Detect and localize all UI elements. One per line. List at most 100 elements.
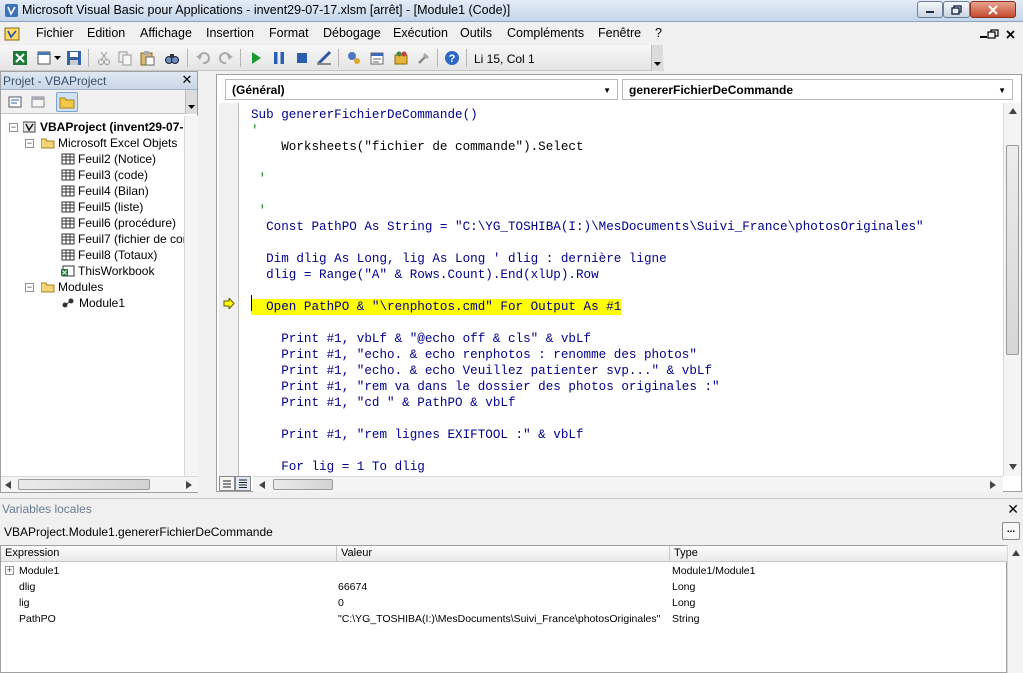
code-line[interactable]: Print #1, "cd " & PathPO & vbLf bbox=[251, 395, 515, 411]
close-button[interactable] bbox=[970, 1, 1016, 18]
code-line[interactable]: ' bbox=[251, 203, 267, 219]
tree-node-module1[interactable]: Module1 bbox=[61, 295, 126, 311]
copy-icon[interactable] bbox=[117, 50, 133, 66]
tree-node-sheet[interactable]: Feuil3 (code) bbox=[61, 167, 148, 183]
code-line[interactable]: Print #1, "echo. & echo Veuillez patient… bbox=[251, 363, 712, 379]
menu-complements[interactable]: Compléments bbox=[507, 26, 584, 40]
project-explorer-icon[interactable] bbox=[346, 50, 362, 66]
collapse-toggle[interactable]: − bbox=[25, 283, 34, 292]
menu-debogage[interactable]: Débogage bbox=[323, 26, 381, 40]
menu-outils[interactable]: Outils bbox=[460, 26, 492, 40]
tree-node-vbaproject[interactable]: VBAProject (invent29-07-1 bbox=[23, 119, 184, 135]
code-line[interactable]: Print #1, "echo. & echo renphotos : reno… bbox=[251, 347, 697, 363]
close-icon[interactable]: ✕ bbox=[180, 73, 194, 87]
scroll-right-icon[interactable] bbox=[990, 481, 996, 489]
find-icon[interactable] bbox=[164, 50, 180, 66]
scroll-left-icon[interactable] bbox=[5, 481, 11, 489]
code-vertical-scrollbar[interactable] bbox=[1003, 103, 1021, 476]
view-code-icon[interactable] bbox=[7, 94, 23, 110]
tree-node-sheet[interactable]: Feuil6 (procédure) bbox=[61, 215, 176, 231]
scroll-up-icon[interactable] bbox=[1009, 108, 1017, 114]
menu-format[interactable]: Format bbox=[269, 26, 309, 40]
locals-cell-expression[interactable]: lig bbox=[19, 595, 30, 611]
project-toolbar-overflow[interactable] bbox=[185, 90, 197, 114]
column-header-expression[interactable]: Expression bbox=[1, 546, 337, 562]
insert-module-icon[interactable] bbox=[36, 50, 52, 66]
design-mode-icon[interactable] bbox=[316, 50, 332, 66]
object-combobox[interactable]: (Général) ▼ bbox=[225, 79, 618, 100]
tree-node-sheet[interactable]: Feuil2 (Notice) bbox=[61, 151, 156, 167]
menu-fichier[interactable]: Fichier bbox=[36, 26, 74, 40]
collapse-toggle[interactable]: − bbox=[9, 123, 18, 132]
run-icon[interactable] bbox=[248, 50, 264, 66]
locals-cell-type[interactable]: Module1/Module1 bbox=[672, 563, 755, 579]
undo-icon[interactable] bbox=[195, 50, 211, 66]
code-line[interactable]: ' bbox=[251, 171, 267, 187]
full-module-view-button[interactable] bbox=[235, 476, 251, 491]
toolbox-icon[interactable] bbox=[416, 50, 432, 66]
menu-insertion[interactable]: Insertion bbox=[206, 26, 254, 40]
code-line[interactable]: Sub genererFichierDeCommande() bbox=[251, 107, 478, 123]
code-line[interactable]: Open PathPO & "\renphotos.cmd" For Outpu… bbox=[251, 299, 622, 315]
scroll-up-icon[interactable] bbox=[1012, 550, 1020, 556]
code-line[interactable]: Print #1, "rem lignes EXIFTOOL :" & vbLf bbox=[251, 427, 583, 443]
menu-help[interactable]: ? bbox=[655, 26, 662, 40]
tree-node-sheet[interactable]: Feuil7 (fichier de comma bbox=[61, 231, 184, 247]
locals-vertical-scrollbar[interactable] bbox=[1007, 545, 1023, 673]
menu-execution[interactable]: Exécution bbox=[393, 26, 448, 40]
locals-cell-expression[interactable]: Module1 bbox=[19, 563, 59, 579]
view-object-icon[interactable] bbox=[30, 94, 46, 110]
code-horizontal-scrollbar[interactable] bbox=[253, 476, 1003, 492]
locals-cell-type[interactable]: Long bbox=[672, 595, 695, 611]
scroll-thumb[interactable] bbox=[273, 479, 333, 490]
menu-affichage[interactable]: Affichage bbox=[140, 26, 192, 40]
chevron-down-icon[interactable] bbox=[54, 56, 61, 61]
excel-icon[interactable] bbox=[12, 50, 28, 66]
call-stack-button[interactable]: ... bbox=[1002, 522, 1020, 540]
code-line[interactable]: Print #1, "rem va dans le dossier des ph… bbox=[251, 379, 719, 395]
code-line[interactable]: dlig = Range("A" & Rows.Count).End(xlUp)… bbox=[251, 267, 599, 283]
code-line[interactable]: For lig = 1 To dlig bbox=[251, 459, 425, 475]
procedure-combobox[interactable]: genererFichierDeCommande ▼ bbox=[622, 79, 1013, 100]
margin-indicator-bar[interactable] bbox=[219, 103, 239, 476]
locals-cell-value[interactable]: 0 bbox=[338, 595, 344, 611]
code-line[interactable]: Print #1, vbLf & "@echo off & cls" & vbL… bbox=[251, 331, 591, 347]
project-horizontal-scrollbar[interactable] bbox=[1, 476, 198, 492]
code-line[interactable]: Dim dlig As Long, lig As Long ' dlig : d… bbox=[251, 251, 667, 267]
help-icon[interactable]: ? bbox=[444, 50, 460, 66]
properties-icon[interactable] bbox=[369, 50, 385, 66]
locals-cell-value[interactable]: "C:\YG_TOSHIBA(I:)\MesDocuments\Suivi_Fr… bbox=[338, 611, 660, 627]
reset-icon[interactable] bbox=[294, 50, 310, 66]
tree-node-sheet[interactable]: Feuil5 (liste) bbox=[61, 199, 143, 215]
tree-node-thisworkbook[interactable]: ThisWorkbook bbox=[61, 263, 154, 279]
collapse-toggle[interactable]: − bbox=[25, 139, 34, 148]
minimize-button[interactable] bbox=[917, 1, 943, 18]
redo-icon[interactable] bbox=[218, 50, 234, 66]
code-editor[interactable]: Sub genererFichierDeCommande() ' Workshee… bbox=[239, 103, 1003, 476]
column-header-type[interactable]: Type bbox=[670, 546, 1008, 562]
tree-node-sheet[interactable]: Feuil8 (Totaux) bbox=[61, 247, 157, 263]
paste-icon[interactable] bbox=[139, 50, 155, 66]
menu-edition[interactable]: Edition bbox=[87, 26, 125, 40]
code-line[interactable]: Worksheets("fichier de commande").Select bbox=[251, 139, 583, 155]
close-icon[interactable]: ✕ bbox=[1007, 501, 1019, 518]
break-icon[interactable] bbox=[271, 50, 287, 66]
scroll-down-icon[interactable] bbox=[1009, 464, 1017, 470]
scroll-thumb[interactable] bbox=[18, 479, 150, 490]
mdi-restore-button[interactable] bbox=[987, 28, 1001, 40]
menu-fenetre[interactable]: Fenêtre bbox=[598, 26, 641, 40]
locals-cell-type[interactable]: String bbox=[672, 611, 699, 627]
scroll-left-icon[interactable] bbox=[259, 481, 265, 489]
scroll-right-icon[interactable] bbox=[186, 481, 192, 489]
vba-menu-icon[interactable] bbox=[4, 26, 20, 42]
procedure-view-button[interactable] bbox=[219, 476, 235, 491]
tree-node-modules[interactable]: Modules bbox=[41, 279, 103, 295]
project-vertical-scrollbar[interactable] bbox=[184, 116, 198, 476]
mdi-close-button[interactable] bbox=[1005, 28, 1019, 40]
locals-cell-value[interactable]: 66674 bbox=[338, 579, 367, 595]
expand-toggle[interactable]: + bbox=[5, 566, 14, 575]
tree-node-excel-objects[interactable]: Microsoft Excel Objets bbox=[41, 135, 177, 151]
code-line[interactable]: ' bbox=[251, 123, 259, 139]
toolbar-overflow-button[interactable] bbox=[651, 45, 663, 71]
column-header-value[interactable]: Valeur bbox=[337, 546, 670, 562]
